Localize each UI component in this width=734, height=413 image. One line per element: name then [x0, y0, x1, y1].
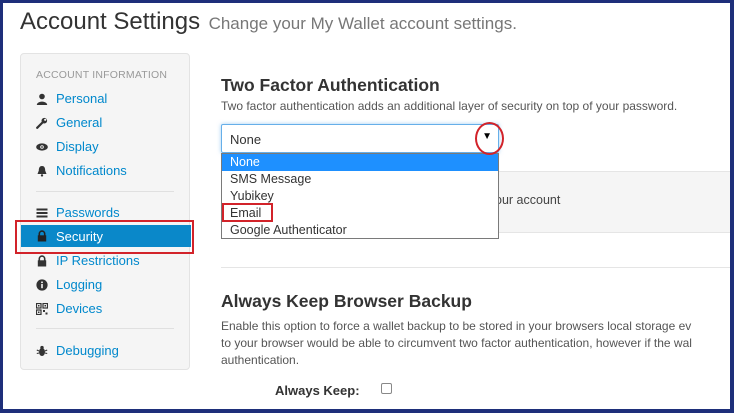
always-keep-checkbox[interactable] — [381, 383, 392, 394]
bell-icon — [36, 165, 48, 177]
two-factor-select[interactable]: None ▼ — [221, 124, 499, 153]
backup-description-line: Enable this option to force a wallet bac… — [221, 319, 692, 333]
sidebar-heading: ACCOUNT INFORMATION — [36, 69, 168, 81]
dropdown-arrow-icon[interactable]: ▼ — [482, 131, 492, 142]
qrcode-icon — [36, 302, 48, 315]
two-factor-description: Two factor authentication adds an additi… — [221, 99, 678, 113]
lock-icon — [36, 254, 48, 267]
sidebar-item-label: General — [56, 115, 103, 130]
page-title: Account Settings — [20, 8, 201, 35]
user-icon — [36, 93, 48, 105]
lock-icon — [36, 230, 48, 242]
option-email[interactable]: Email — [222, 205, 498, 222]
two-factor-select-value: None — [230, 132, 262, 147]
option-none[interactable]: None — [222, 154, 498, 171]
page-header: Account Settings Change your My Wallet a… — [20, 8, 517, 36]
sidebar-item-label: IP Restrictions — [56, 253, 140, 268]
sidebar-item-label: Display — [56, 139, 99, 154]
sidebar-item-logging[interactable]: Logging — [36, 277, 102, 292]
sidebar-item-general[interactable]: General — [36, 115, 102, 130]
settings-sidebar: ACCOUNT INFORMATION Personal General Dis… — [20, 53, 191, 370]
sidebar-item-label: Passwords — [56, 205, 120, 220]
sidebar-divider — [36, 328, 174, 329]
wrench-icon — [36, 117, 48, 129]
two-factor-title: Two Factor Authentication — [221, 75, 440, 95]
sidebar-item-label: Debugging — [56, 343, 119, 358]
sidebar-item-notifications[interactable]: Notifications — [36, 163, 127, 178]
section-divider — [221, 267, 734, 268]
backup-title: Always Keep Browser Backup — [221, 291, 472, 311]
two-factor-panel-text: our account — [495, 193, 561, 207]
sidebar-item-label: Devices — [56, 301, 103, 316]
page-subtitle: Change your My Wallet account settings. — [208, 14, 517, 33]
sidebar-item-debugging[interactable]: Debugging — [36, 343, 119, 358]
sidebar-item-label: Logging — [56, 277, 103, 292]
info-icon — [36, 278, 48, 291]
list-icon — [36, 207, 48, 219]
bug-icon — [36, 345, 48, 357]
sidebar-item-personal[interactable]: Personal — [36, 91, 107, 106]
option-google-authenticator[interactable]: Google Authenticator — [222, 222, 498, 239]
sidebar-item-devices[interactable]: Devices — [36, 301, 102, 316]
sidebar-item-label: Personal — [56, 91, 108, 106]
sidebar-item-security[interactable]: Security — [21, 225, 191, 247]
always-keep-label: Always Keep: — [275, 383, 360, 398]
sidebar-item-ip-restrictions[interactable]: IP Restrictions — [36, 253, 140, 268]
two-factor-options-list[interactable]: None SMS Message Yubikey Email Google Au… — [221, 153, 499, 239]
eye-icon — [36, 141, 48, 153]
sidebar-item-display[interactable]: Display — [36, 139, 99, 154]
sidebar-item-label: Security — [56, 228, 103, 244]
option-sms-message[interactable]: SMS Message — [222, 171, 498, 188]
sidebar-divider — [36, 191, 174, 192]
backup-description-line: to your browser would be able to circumv… — [221, 336, 692, 350]
sidebar-item-passwords[interactable]: Passwords — [36, 205, 120, 220]
backup-description-line: authentication. — [221, 353, 300, 367]
backup-description: Enable this option to force a wallet bac… — [221, 318, 734, 369]
sidebar-item-label: Notifications — [56, 163, 127, 178]
option-yubikey[interactable]: Yubikey — [222, 188, 498, 205]
